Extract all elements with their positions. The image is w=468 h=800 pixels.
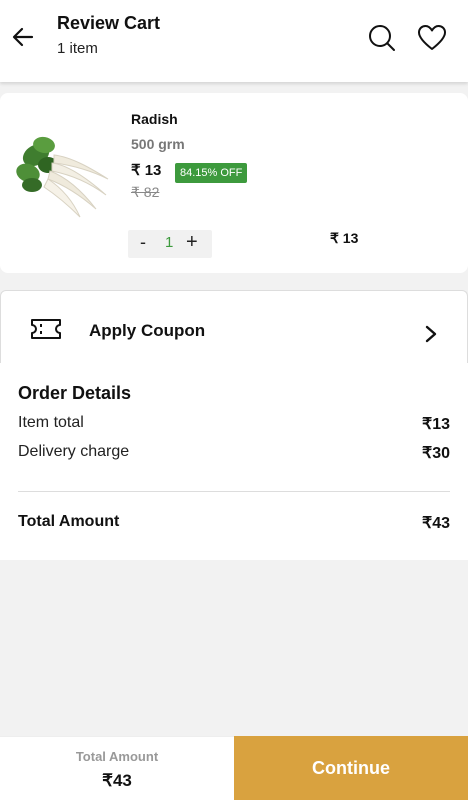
ticket-icon [31,319,61,339]
heart-icon[interactable] [417,24,447,52]
apply-coupon-button[interactable]: Apply Coupon [0,290,468,364]
quantity-stepper: - 1 + [128,230,212,258]
total-amount-value: ₹43 [422,515,450,532]
footer-total-label: Total Amount [75,749,159,764]
product-name: Radish [131,111,178,127]
checkout-bar: Total Amount ₹43 Continue [0,736,468,800]
quantity-value: 1 [165,234,174,251]
item-total-value: ₹13 [422,416,450,433]
footer-total: Total Amount ₹43 [0,736,234,800]
footer-total-value: ₹43 [102,771,132,790]
divider [18,491,450,492]
cart-item-card: Radish 500 grm ₹ 13 84.15% OFF ₹ 82 - 1 … [0,93,468,273]
order-details-title: Order Details [18,383,132,403]
decrease-quantity-button[interactable]: - [140,232,146,253]
increase-quantity-button[interactable]: + [186,231,198,254]
order-details-section: Order Details Item total ₹13 Delivery ch… [0,363,468,560]
item-total-label: Item total [18,414,84,431]
product-weight: 500 grm [131,136,185,152]
item-line-total: ₹ 13 [330,230,359,246]
product-mrp: ₹ 82 [131,184,160,200]
apply-coupon-label: Apply Coupon [89,321,206,340]
continue-button[interactable]: Continue [234,736,468,800]
search-icon[interactable] [368,24,396,52]
delivery-charge-value: ₹30 [422,445,450,462]
app-header: Review Cart 1 item [0,0,468,82]
arrow-left-icon[interactable] [10,24,36,50]
radish-product-image [16,136,109,218]
total-amount-label: Total Amount [18,513,120,530]
item-count: 1 item [57,40,98,57]
discount-badge: 84.15% OFF [175,163,248,183]
page-title: Review Cart [57,13,161,33]
delivery-charge-label: Delivery charge [18,443,130,460]
product-price: ₹ 13 [131,162,162,179]
chevron-right-icon [425,325,437,343]
